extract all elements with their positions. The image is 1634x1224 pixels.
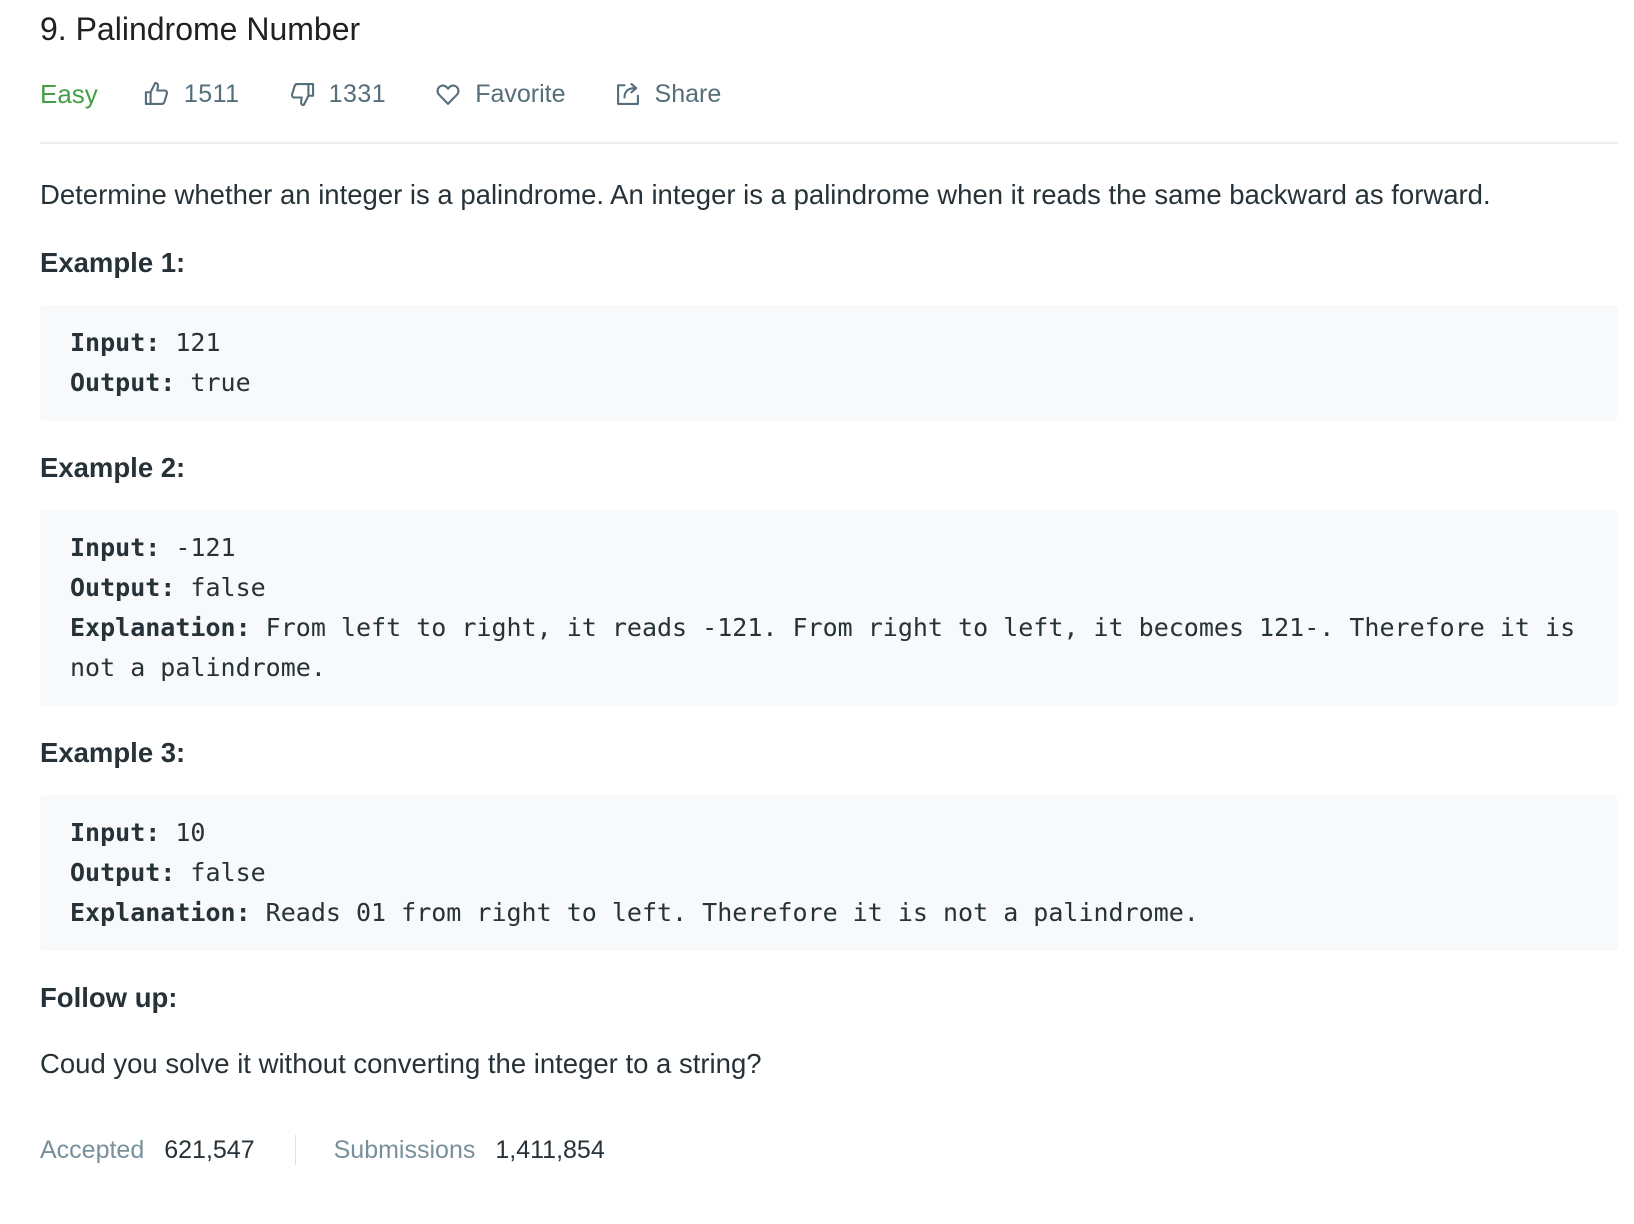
output-value: false bbox=[175, 573, 266, 602]
example-2-input-line: Input: -121 bbox=[70, 528, 1588, 568]
thumbs-up-icon bbox=[144, 81, 168, 105]
accepted-label: Accepted bbox=[40, 1135, 145, 1164]
favorite-label: Favorite bbox=[475, 79, 566, 108]
dislike-count: 1331 bbox=[328, 79, 387, 108]
input-value: -121 bbox=[160, 533, 236, 562]
output-value: false bbox=[175, 858, 266, 887]
output-label: Output: bbox=[70, 368, 176, 397]
explanation-label: Explanation: bbox=[70, 613, 251, 642]
example-1-output-line: Output: true bbox=[70, 363, 1588, 403]
input-label: Input: bbox=[70, 533, 161, 562]
share-icon bbox=[616, 83, 639, 105]
example-2-explanation-line: Explanation: From left to right, it read… bbox=[70, 608, 1588, 688]
share-label: Share bbox=[654, 79, 722, 108]
explanation-value: Reads 01 from right to left. Therefore i… bbox=[250, 898, 1199, 927]
example-3-output-line: Output: false bbox=[70, 853, 1588, 893]
output-label: Output: bbox=[70, 858, 176, 887]
example-3-heading: Example 3: bbox=[40, 737, 186, 768]
thumbs-down-icon bbox=[290, 83, 314, 107]
like-button[interactable]: 1511 bbox=[143, 80, 240, 109]
example-3-explanation-line: Explanation: Reads 01 from right to left… bbox=[70, 893, 1588, 933]
header-divider bbox=[40, 142, 1618, 144]
problem-description: Determine whether an integer is a palind… bbox=[40, 179, 1491, 210]
submissions-count: 1,411,854 bbox=[495, 1135, 605, 1164]
submissions-label: Submissions bbox=[333, 1135, 476, 1164]
explanation-label: Explanation: bbox=[70, 898, 251, 927]
input-value: 10 bbox=[160, 818, 206, 847]
input-value: 121 bbox=[160, 328, 221, 357]
example-3-codebox: Input: 10 Output: false Explanation: Rea… bbox=[40, 795, 1618, 951]
example-2-output-line: Output: false bbox=[70, 568, 1588, 608]
difficulty-badge: Easy bbox=[40, 78, 98, 109]
problem-meta-bar: Easy 1511 1331 Favorite Share bbox=[40, 73, 1618, 115]
input-label: Input: bbox=[70, 818, 161, 847]
share-button[interactable]: Share bbox=[614, 79, 722, 109]
output-label: Output: bbox=[70, 573, 176, 602]
dislike-button[interactable]: 1331 bbox=[288, 80, 387, 109]
input-label: Input: bbox=[70, 328, 161, 357]
explanation-value: From left to right, it reads -121. From … bbox=[70, 613, 1591, 682]
submission-stats: Accepted 621,547 Submissions 1,411,854 bbox=[40, 1131, 1618, 1169]
page-title: 9. Palindrome Number bbox=[40, 11, 361, 47]
example-3-input-line: Input: 10 bbox=[70, 813, 1588, 853]
output-value: true bbox=[175, 368, 251, 397]
problem-page: 9. Palindrome Number Easy 1511 1331 Favo… bbox=[40, 0, 1618, 1169]
accepted-count: 621,547 bbox=[164, 1135, 255, 1164]
heart-icon bbox=[436, 84, 460, 105]
favorite-button[interactable]: Favorite bbox=[434, 79, 566, 109]
example-1-input-line: Input: 121 bbox=[70, 323, 1588, 363]
followup-text: Coud you solve it without converting the… bbox=[40, 1048, 762, 1079]
example-2-heading: Example 2: bbox=[40, 452, 186, 483]
followup-heading: Follow up: bbox=[40, 982, 178, 1013]
stats-divider bbox=[294, 1135, 296, 1165]
example-1-codebox: Input: 121 Output: true bbox=[40, 305, 1618, 421]
like-count: 1511 bbox=[183, 79, 240, 108]
example-1-heading: Example 1: bbox=[40, 247, 186, 278]
example-2-codebox: Input: -121 Output: false Explanation: F… bbox=[40, 510, 1618, 706]
